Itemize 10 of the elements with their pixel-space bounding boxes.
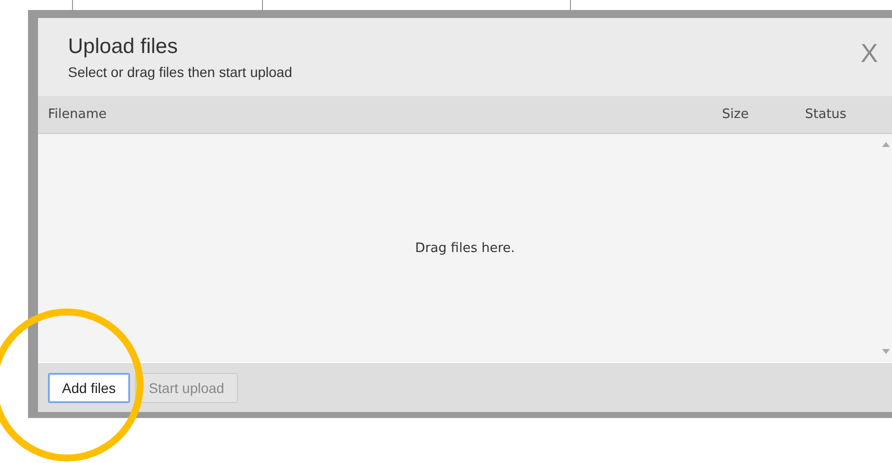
add-files-button[interactable]: Add files bbox=[48, 372, 130, 402]
dialog-title: Upload files bbox=[68, 35, 179, 59]
column-header[interactable]: Size bbox=[722, 107, 805, 122]
column-header[interactable]: Status bbox=[805, 107, 892, 122]
empty-message: Drag files here. bbox=[415, 240, 515, 256]
scroll-up-icon[interactable] bbox=[882, 142, 890, 147]
column-header[interactable]: Filename bbox=[48, 107, 722, 122]
scroll-down-icon[interactable] bbox=[882, 349, 890, 354]
drop-zone[interactable]: Drag files here. bbox=[38, 134, 892, 363]
dialog-subtitle: Select or drag files then start upload bbox=[68, 64, 292, 80]
